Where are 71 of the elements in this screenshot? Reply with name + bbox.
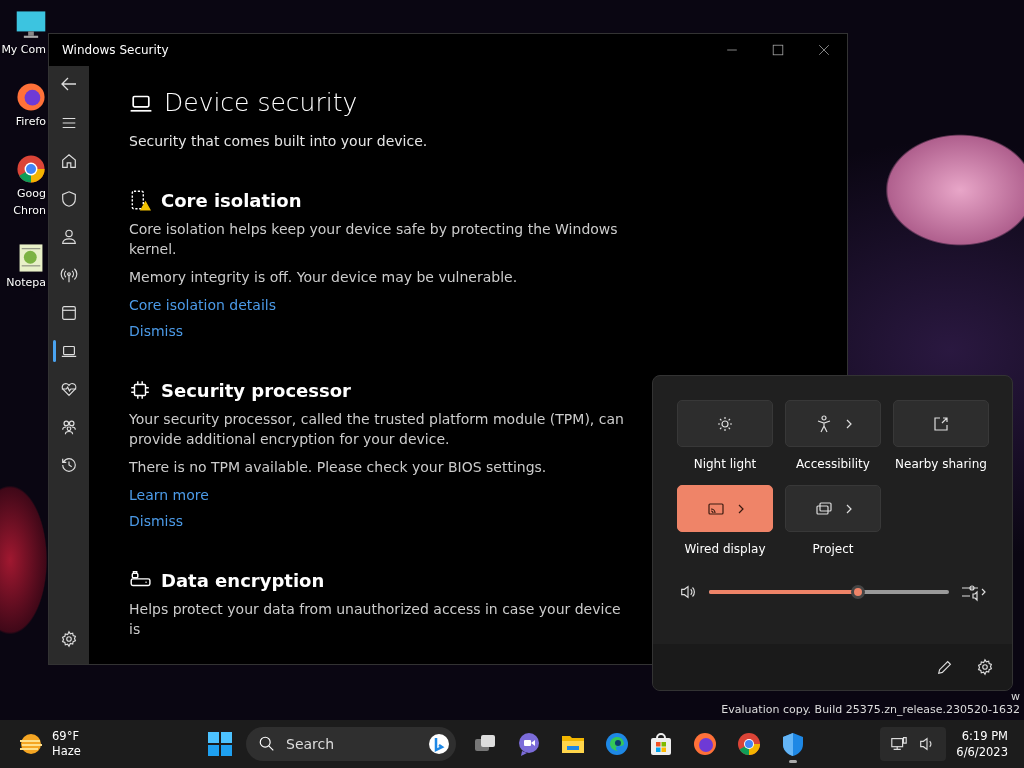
quick-setting-toggle[interactable] — [893, 400, 989, 447]
close-icon — [818, 44, 830, 56]
search-field[interactable]: Search — [246, 727, 456, 761]
watermark-text: w — [1011, 690, 1020, 703]
section-heading: Security processor — [161, 379, 351, 401]
firefox-browser-icon[interactable] — [16, 82, 46, 113]
page-title: Device security — [164, 88, 358, 117]
clock-time[interactable]: 6:19 PM — [961, 728, 1008, 744]
quick-setting-toggle[interactable] — [677, 400, 773, 447]
section-text: Memory integrity is off. Your device may be vulnerable. — [129, 268, 519, 287]
edit-pencil-icon[interactable] — [936, 658, 954, 676]
page-subtitle: Security that comes built into your device. — [129, 133, 429, 149]
video-chat-icon[interactable] — [516, 731, 542, 757]
security-shield-icon[interactable] — [780, 731, 806, 757]
watermark-text: Evaluation copy. Build 25375.zn_release.230520-1632 — [721, 703, 1020, 716]
maximize-icon — [772, 44, 784, 56]
toggle-label: Night light — [693, 457, 757, 471]
chrome-browser-icon[interactable] — [736, 731, 762, 757]
history-icon[interactable] — [60, 456, 78, 474]
store-bag-icon[interactable] — [648, 731, 674, 757]
quick-setting-toggle[interactable] — [677, 485, 773, 532]
section-text: There is no TPM available. Please check your BIOS settings. — [129, 458, 548, 477]
desktop-icon-label[interactable]: Notepa — [6, 275, 46, 289]
settings-icon[interactable] — [60, 630, 78, 648]
network-icon[interactable] — [890, 735, 909, 753]
toggle-label: Nearby sharing — [895, 457, 987, 471]
window-title: Windows Security — [62, 43, 170, 57]
quick-setting-toggle[interactable] — [785, 400, 881, 447]
monitor-icon[interactable] — [16, 10, 46, 40]
section-text: Your security processor, called the trusted platform module (TPM), can provide additional encryption for your device. — [129, 410, 625, 449]
section-text: Core isolation helps keep your device safe by protecting the Windows kernel. — [129, 220, 619, 259]
family-icon[interactable] — [60, 418, 78, 436]
link[interactable]: Learn more — [129, 487, 209, 503]
firefox-browser-icon[interactable] — [692, 731, 718, 757]
app-window-icon[interactable] — [60, 304, 78, 322]
sound-mixer-icon[interactable] — [961, 582, 987, 602]
quick-setting-toggle[interactable] — [785, 485, 881, 532]
active-indicator — [789, 760, 797, 763]
edge-browser-icon[interactable] — [604, 731, 630, 757]
chip-icon — [129, 379, 151, 401]
bing-icon[interactable] — [428, 733, 450, 755]
antenna-icon[interactable] — [60, 266, 78, 284]
toggle-label: Accessibility — [796, 457, 870, 471]
search-input[interactable]: Search — [284, 735, 420, 753]
weather-condition[interactable]: Haze — [52, 744, 81, 759]
settings-icon[interactable] — [976, 658, 994, 676]
link[interactable]: Core isolation details — [129, 297, 276, 313]
section-heading: Core isolation — [161, 189, 302, 211]
section-text: Helps protect your data from unauthorized access in case your device is — [129, 600, 622, 639]
desktop-icon-label[interactable]: Goog — [17, 187, 46, 201]
chip-warning-icon — [129, 189, 151, 211]
desktop-icon-label[interactable]: My Com — [1, 43, 46, 57]
person-icon[interactable] — [60, 228, 78, 246]
toggle-label: Wired display — [684, 542, 766, 556]
link[interactable]: Dismiss — [129, 513, 184, 529]
haze-sun-icon[interactable] — [18, 731, 44, 757]
weather-temperature[interactable]: 69°F — [52, 729, 81, 744]
home-icon[interactable] — [60, 152, 78, 170]
chrome-browser-icon[interactable] — [16, 154, 46, 185]
desktop-icon-label[interactable]: Chron — [13, 203, 46, 217]
desktop-icon-label[interactable]: Firefo — [15, 115, 46, 129]
section-heading: Data encryption — [161, 569, 325, 591]
link[interactable]: Dismiss — [129, 323, 184, 339]
start-icon[interactable] — [208, 732, 232, 756]
search-icon — [258, 735, 276, 753]
toggle-label: Project — [812, 542, 854, 556]
shield-icon[interactable] — [60, 190, 78, 208]
volume-slider[interactable] — [709, 585, 949, 599]
clock-date[interactable]: 6/6/2023 — [956, 744, 1008, 760]
speaker-icon — [679, 583, 697, 601]
heart-pulse-icon[interactable] — [60, 380, 78, 398]
